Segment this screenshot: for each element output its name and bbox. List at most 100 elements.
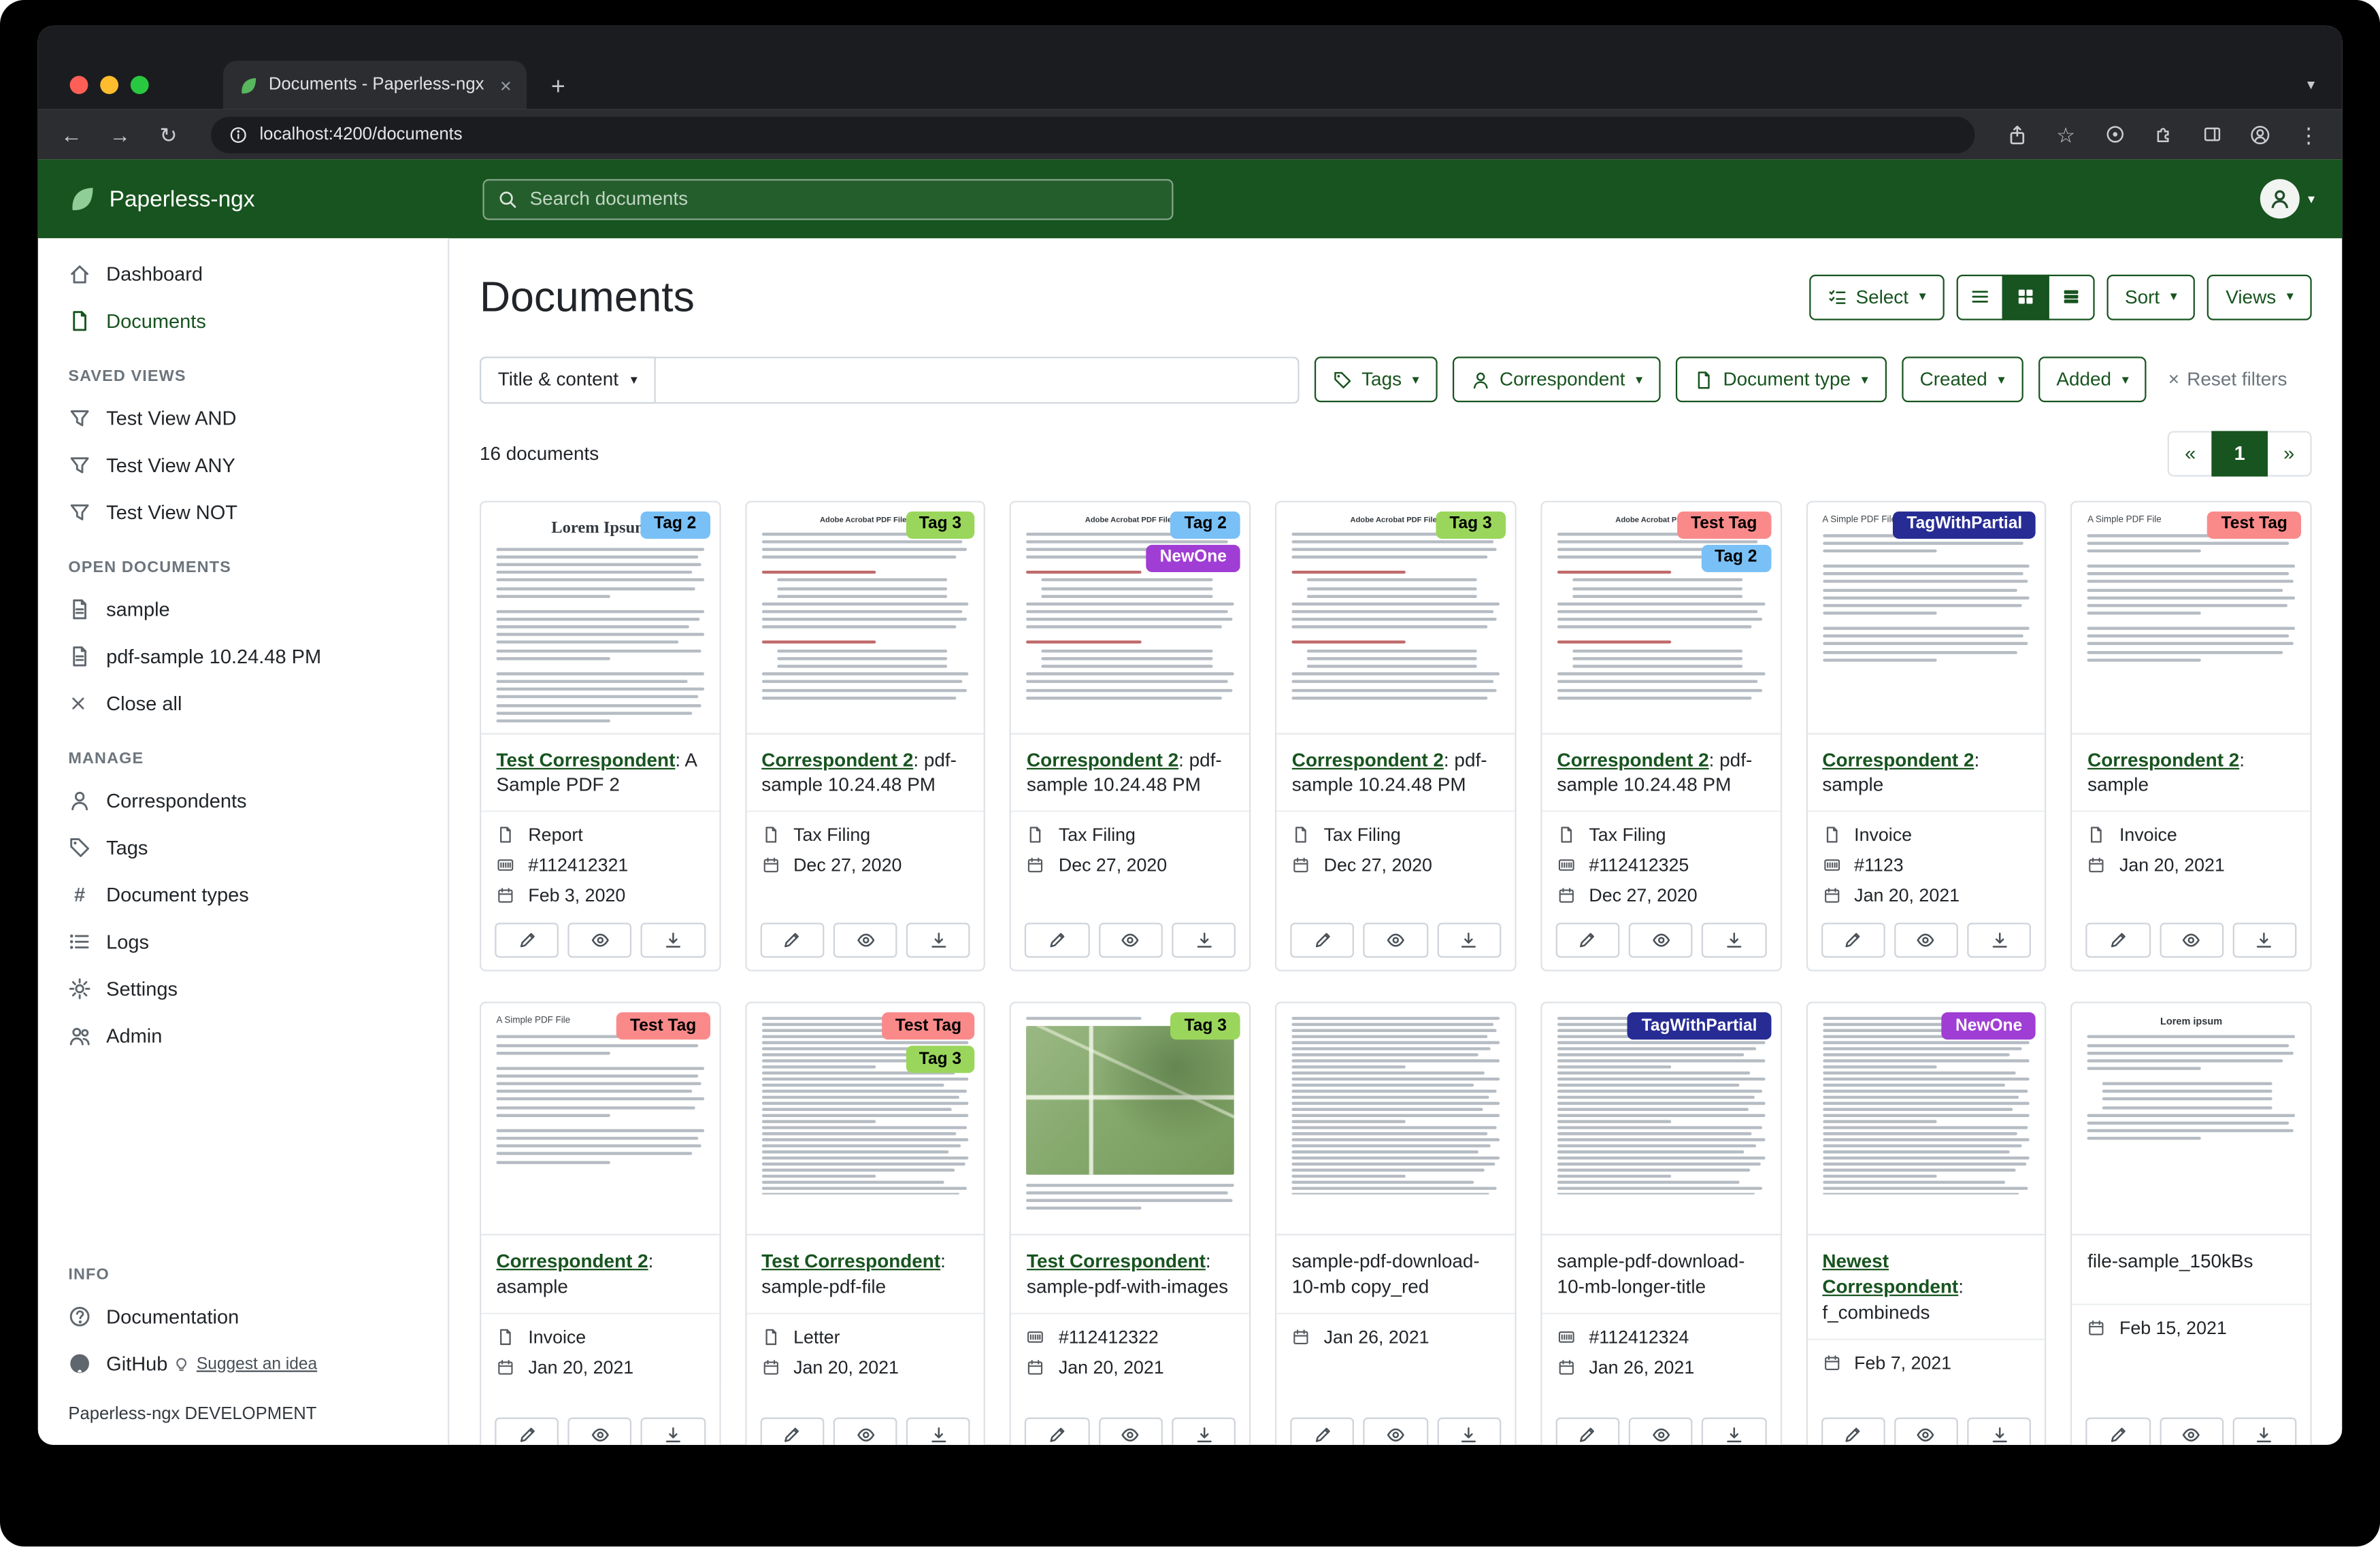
tag-badge[interactable]: Tag 2 (1701, 544, 1770, 571)
document-type-filter-button[interactable]: Document type ▾ (1676, 356, 1886, 402)
document-card[interactable]: A Simple PDF File TagWithPartial Corresp… (1806, 500, 2047, 971)
views-button[interactable]: Views ▾ (2207, 274, 2311, 320)
minimize-window-button[interactable] (100, 76, 118, 95)
edit-button[interactable] (1291, 923, 1355, 958)
download-button[interactable] (906, 1418, 970, 1444)
sidebar-item-saved-view-any[interactable]: Test View ANY (38, 442, 448, 488)
card-thumbnail[interactable]: A Simple PDF File Test Tag (481, 1003, 719, 1235)
tag-badge[interactable]: Tag 2 (640, 511, 710, 538)
card-correspondent-link[interactable]: Correspondent 2 (1027, 749, 1178, 770)
reset-filters-button[interactable]: × Reset filters (2168, 369, 2287, 390)
download-button[interactable] (1967, 923, 2031, 958)
edit-button[interactable] (1025, 1418, 1089, 1444)
view-button[interactable] (1894, 1418, 1958, 1444)
edit-button[interactable] (1555, 923, 1619, 958)
tag-badge[interactable]: Tag 2 (1171, 511, 1240, 538)
sidebar-item-documents[interactable]: Documents (38, 297, 448, 344)
address-bar[interactable]: localhost:4200/documents (211, 116, 1974, 153)
card-correspondent-link[interactable]: Correspondent 2 (1822, 749, 1974, 770)
title-content-dropdown[interactable]: Title & content ▾ (480, 356, 656, 403)
card-correspondent-link[interactable]: Test Correspondent (497, 749, 676, 770)
tag-badge[interactable]: TagWithPartial (1628, 1013, 1771, 1040)
edit-button[interactable] (1555, 1418, 1619, 1444)
detail-view-button[interactable] (2047, 274, 2094, 320)
card-thumbnail[interactable]: A Simple PDF File Test Tag (2072, 502, 2311, 734)
document-card[interactable]: Adobe Acrobat PDF Files Tag 3 Correspond… (745, 500, 986, 971)
close-window-button[interactable] (70, 76, 88, 95)
browser-profile-icon[interactable] (2247, 124, 2274, 145)
card-thumbnail[interactable]: Adobe Acrobat PDF Files Tag 3 (1277, 502, 1515, 734)
site-info-icon[interactable] (228, 125, 248, 144)
view-button[interactable] (1629, 923, 1693, 958)
share-icon[interactable] (2004, 124, 2031, 145)
download-button[interactable] (1437, 923, 1501, 958)
view-button[interactable] (568, 1418, 632, 1444)
tab-close-icon[interactable]: × (500, 75, 512, 95)
previous-page-button[interactable]: « (2168, 431, 2213, 476)
view-button[interactable] (568, 923, 632, 958)
sidebar-item-settings[interactable]: Settings (38, 965, 448, 1012)
app-brand[interactable]: Paperless-ngx (38, 185, 450, 212)
download-button[interactable] (1437, 1418, 1501, 1444)
card-correspondent-link[interactable]: Correspondent 2 (2087, 749, 2239, 770)
document-card[interactable]: Lorem Ipsum Tag 2 Test Correspondent: A … (480, 500, 721, 971)
document-card[interactable]: Adobe Acrobat PDF Files Test TagTag 2 Co… (1540, 500, 1781, 971)
list-view-button[interactable] (1956, 274, 2003, 320)
document-card[interactable]: Tag 3 Test Correspondent: sample-pdf-wit… (1010, 1002, 1251, 1445)
edit-button[interactable] (1025, 923, 1089, 958)
grid-view-button[interactable] (2002, 274, 2049, 320)
document-card[interactable]: Adobe Acrobat PDF Files Tag 2NewOne Corr… (1010, 500, 1251, 971)
search-input[interactable] (530, 188, 1159, 210)
view-button[interactable] (833, 923, 897, 958)
download-button[interactable] (1702, 1418, 1766, 1444)
card-thumbnail[interactable]: TagWithPartial (1542, 1003, 1780, 1235)
sidebar-item-document-types[interactable]: # Document types (38, 871, 448, 918)
tag-badge[interactable]: Tag 3 (906, 511, 975, 538)
edit-button[interactable] (1821, 923, 1885, 958)
card-correspondent-link[interactable]: Test Correspondent (761, 1251, 940, 1272)
sidebar-item-github[interactable]: GitHub (38, 1340, 174, 1387)
view-button[interactable] (2159, 923, 2223, 958)
sort-button[interactable]: Sort ▾ (2106, 274, 2195, 320)
tag-badge[interactable]: NewOne (1942, 1013, 2036, 1040)
extensions-puzzle-icon[interactable] (2149, 124, 2177, 144)
card-thumbnail[interactable]: Lorem ipsum (2072, 1003, 2311, 1235)
card-correspondent-link[interactable]: Correspondent 2 (497, 1251, 648, 1272)
card-correspondent-link[interactable]: Correspondent 2 (1292, 749, 1444, 770)
sidebar-item-open-doc-sample[interactable]: sample (38, 586, 448, 633)
document-card[interactable]: Test TagTag 3 Test Correspondent: sample… (745, 1002, 986, 1445)
document-card[interactable]: TagWithPartial sample-pdf-download-10-mb… (1540, 1002, 1781, 1445)
tag-badge[interactable]: Test Tag (882, 1013, 975, 1040)
sidebar-item-admin[interactable]: Admin (38, 1012, 448, 1059)
sidebar-item-dashboard[interactable]: Dashboard (38, 250, 448, 297)
tag-badge[interactable]: NewOne (1146, 544, 1240, 571)
card-correspondent-link[interactable]: Test Correspondent (1027, 1251, 1206, 1272)
document-card[interactable]: Adobe Acrobat PDF Files Tag 3 Correspond… (1275, 500, 1516, 971)
sidebar-item-documentation[interactable]: Documentation (38, 1293, 448, 1340)
download-button[interactable] (2232, 1418, 2296, 1444)
download-button[interactable] (1702, 923, 1766, 958)
reload-icon[interactable]: ↻ (155, 124, 182, 145)
card-thumbnail[interactable]: NewOne (1807, 1003, 2045, 1235)
view-button[interactable] (1363, 1418, 1427, 1444)
document-card[interactable]: NewOne Newest Correspondent: f_combineds… (1806, 1002, 2047, 1445)
select-button[interactable]: Select ▾ (1808, 274, 1944, 320)
card-thumbnail[interactable] (1277, 1003, 1515, 1235)
tag-badge[interactable]: Tag 3 (906, 1046, 975, 1074)
extension-circle-icon[interactable] (2101, 124, 2128, 144)
edit-button[interactable] (2086, 923, 2150, 958)
sidebar-item-saved-view-and[interactable]: Test View AND (38, 395, 448, 442)
next-page-button[interactable]: » (2266, 431, 2312, 476)
view-button[interactable] (1098, 1418, 1162, 1444)
edit-button[interactable] (1291, 1418, 1355, 1444)
card-thumbnail[interactable]: Test Tag Tag 3 (746, 1003, 985, 1235)
document-card[interactable]: Lorem ipsum file-sample_150kBs Feb 15, 2… (2071, 1002, 2312, 1445)
edit-button[interactable] (760, 923, 824, 958)
user-menu[interactable]: ▾ (2261, 179, 2342, 218)
zoom-window-button[interactable] (131, 76, 149, 95)
sidebar-item-saved-view-not[interactable]: Test View NOT (38, 488, 448, 535)
card-thumbnail[interactable]: Adobe Acrobat PDF Files Tag 3 (746, 502, 985, 734)
card-thumbnail[interactable]: Adobe Acrobat PDF Files Tag 2NewOne (1012, 502, 1250, 734)
edit-button[interactable] (495, 1418, 559, 1444)
document-card[interactable]: sample-pdf-download-10-mb copy_red Jan 2… (1275, 1002, 1516, 1445)
